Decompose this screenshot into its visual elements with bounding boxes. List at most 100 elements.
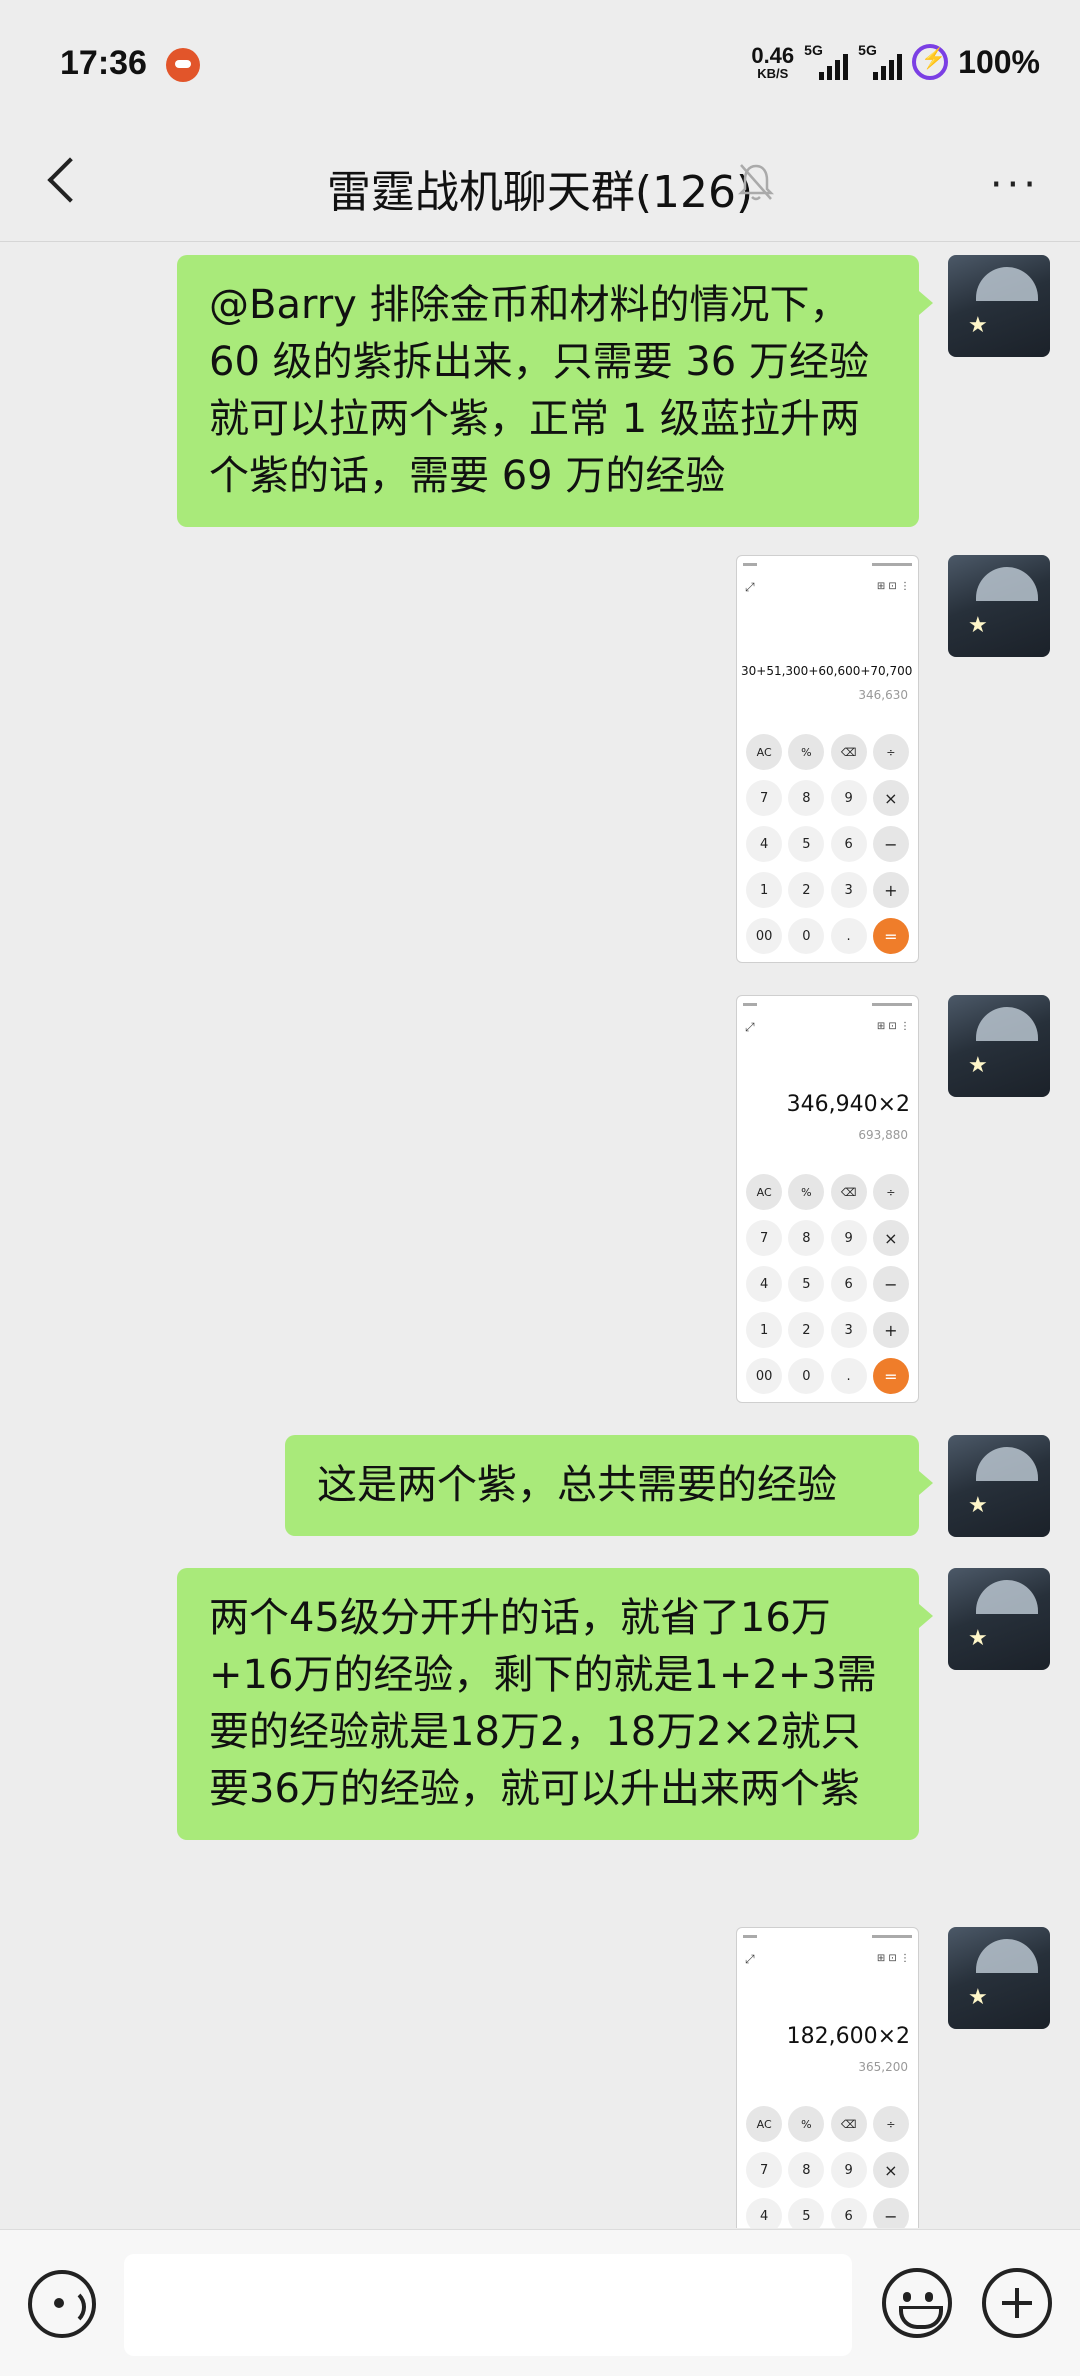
- calculator-key: 8: [788, 1220, 825, 1256]
- calculator-key: 4: [746, 2198, 783, 2228]
- add-attachment-icon[interactable]: [982, 2268, 1052, 2338]
- calculator-toolbar: [745, 1952, 910, 1968]
- calculator-key: ×: [872, 1220, 909, 1256]
- calculator-key: 5: [788, 1266, 825, 1302]
- sender-avatar[interactable]: [948, 1435, 1050, 1537]
- calculator-key: 5: [788, 2198, 825, 2228]
- screenshot-status-bar: [743, 560, 912, 568]
- calculator-key: =: [872, 918, 909, 954]
- calculator-toolbar: [745, 580, 910, 596]
- message-bubble[interactable]: 两个45级分开升的话，就省了16万+16万的经验，剩下的就是1+2+3需要的经验…: [177, 1568, 933, 1840]
- image-message-calculator[interactable]: 346,940×2 693,880 AC%⌫÷ 789× 456− 123+000.=: [736, 995, 919, 1403]
- calculator-key: 6: [830, 1266, 867, 1302]
- calculator-key: 9: [830, 780, 867, 816]
- calculator-key: +: [872, 872, 909, 908]
- calculator-key: 9: [830, 2152, 867, 2188]
- calculator-key: 00: [746, 1358, 783, 1394]
- calculator-key: 5: [788, 826, 825, 862]
- calculator-key: .: [830, 918, 867, 954]
- calculator-key: ×: [872, 2152, 909, 2188]
- message-input[interactable]: [124, 2254, 852, 2356]
- calculator-key: 6: [830, 826, 867, 862]
- emoji-icon[interactable]: [882, 2268, 952, 2338]
- calculator-result: 365,200: [858, 2060, 908, 2074]
- message-bubble[interactable]: 这是两个紫，总共需要的经验: [285, 1435, 933, 1536]
- calculator-key: AC: [746, 734, 783, 770]
- calculator-key: 8: [788, 2152, 825, 2188]
- calculator-expression: 30+51,300+60,600+70,700: [741, 664, 913, 678]
- calculator-key: AC: [746, 2106, 783, 2142]
- muted-bell-icon: [737, 164, 775, 201]
- calculator-key: =: [872, 1358, 909, 1394]
- calculator-result: 693,880: [858, 1128, 908, 1142]
- calculator-key: .: [830, 1358, 867, 1394]
- chat-header: 雷霆战机聊天群(126) ···: [0, 120, 1080, 242]
- sender-avatar[interactable]: [948, 1568, 1050, 1670]
- calculator-expression: 182,600×2: [786, 2024, 910, 2049]
- calculator-key: 7: [746, 2152, 783, 2188]
- calculator-key: 4: [746, 826, 783, 862]
- calculator-key: %: [788, 734, 825, 770]
- calculator-key: 8: [788, 780, 825, 816]
- calculator-expression: 346,940×2: [786, 1092, 910, 1117]
- network-speed-unit: KB/S: [757, 65, 789, 81]
- calculator-key: %: [788, 2106, 825, 2142]
- page-title: 雷霆战机聊天群(126): [326, 167, 754, 218]
- calculator-key: 00: [746, 918, 783, 954]
- calculator-key: 4: [746, 1266, 783, 1302]
- screenshot-status-bar: [743, 1000, 912, 1008]
- calculator-key: AC: [746, 1174, 783, 1210]
- calculator-key: ÷: [872, 1174, 909, 1210]
- calculator-key: −: [872, 2198, 909, 2228]
- calculator-key: 2: [788, 872, 825, 908]
- network-speed-value: 0.46: [751, 42, 795, 68]
- sender-avatar[interactable]: [948, 995, 1050, 1097]
- app-notification-icon: [166, 48, 200, 82]
- calculator-key: ×: [872, 780, 909, 816]
- calculator-keypad: AC%⌫÷ 789× 456− 123+000.=: [743, 1174, 912, 1394]
- status-bar: 17:36 0.46 KB/S 5G 5G 100%: [0, 0, 1080, 120]
- calculator-key: %: [788, 1174, 825, 1210]
- status-time: 17:36: [60, 44, 147, 82]
- calculator-result: 346,630: [858, 688, 908, 702]
- calculator-toolbar: [745, 1020, 910, 1036]
- sender-avatar[interactable]: [948, 255, 1050, 357]
- calculator-key: 0: [788, 1358, 825, 1394]
- calculator-key: 2: [788, 1312, 825, 1348]
- more-options-icon[interactable]: ···: [990, 162, 1040, 208]
- calculator-key: −: [872, 1266, 909, 1302]
- image-message-calculator[interactable]: 182,600×2 365,200 AC%⌫÷789×456−123+000.=: [736, 1927, 919, 2228]
- calculator-key: ⌫: [830, 1174, 867, 1210]
- calculator-key: 7: [746, 780, 783, 816]
- calculator-key: −: [872, 826, 909, 862]
- screenshot-status-bar: [743, 1932, 912, 1940]
- calculator-keypad: AC%⌫÷789×456−123+000.=: [743, 2106, 912, 2228]
- status-indicators: 0.46 KB/S 5G 5G 100%: [751, 40, 1040, 84]
- message-list: @Barry 排除金币和材料的情况下，60 级的紫拆出来，只需要 36 万经验就…: [0, 243, 1080, 2228]
- calculator-key: ÷: [872, 2106, 909, 2142]
- sender-avatar[interactable]: [948, 1927, 1050, 2029]
- calculator-key: 9: [830, 1220, 867, 1256]
- calculator-key: 1: [746, 872, 783, 908]
- calculator-key: 3: [830, 1312, 867, 1348]
- voice-input-icon[interactable]: [28, 2270, 96, 2338]
- calculator-keypad: AC%⌫÷ 789× 456− 123+000.=: [743, 734, 912, 954]
- calculator-key: ⌫: [830, 2106, 867, 2142]
- calculator-key: 3: [830, 872, 867, 908]
- signal-5g-icon-1: 5G: [804, 42, 849, 80]
- battery-level: 100%: [958, 43, 1040, 80]
- calculator-key: ⌫: [830, 734, 867, 770]
- message-bubble[interactable]: @Barry 排除金币和材料的情况下，60 级的紫拆出来，只需要 36 万经验就…: [177, 255, 933, 527]
- calculator-key: +: [872, 1312, 909, 1348]
- calculator-key: 0: [788, 918, 825, 954]
- calculator-key: 1: [746, 1312, 783, 1348]
- calculator-key: 6: [830, 2198, 867, 2228]
- charging-icon: [912, 44, 949, 80]
- network-speed: 0.46 KB/S: [751, 42, 795, 81]
- image-message-calculator[interactable]: 30+51,300+60,600+70,700 346,630 AC%⌫÷ 789…: [736, 555, 919, 963]
- input-bar: [0, 2229, 1080, 2376]
- calculator-key: ÷: [872, 734, 909, 770]
- signal-5g-icon-2: 5G: [858, 42, 903, 80]
- calculator-key: 7: [746, 1220, 783, 1256]
- sender-avatar[interactable]: [948, 555, 1050, 657]
